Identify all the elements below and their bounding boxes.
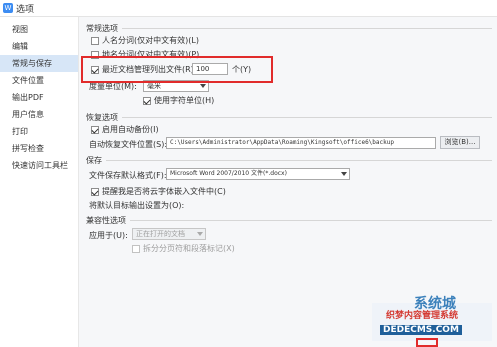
watermark-url: DEDECMS.COM bbox=[380, 325, 462, 335]
measure-unit-value: 毫米 bbox=[147, 82, 161, 90]
sidebar-item-output-pdf[interactable]: 输出PDF bbox=[0, 89, 78, 106]
backup-location-label: 自动恢复文件位置(S): bbox=[89, 140, 168, 149]
person-name-checkbox[interactable] bbox=[91, 37, 99, 45]
char-unit-label: 使用字符单位(H) bbox=[154, 96, 215, 105]
default-format-label: 文件保存默认格式(F): bbox=[89, 171, 167, 180]
chevron-down-icon bbox=[200, 84, 206, 88]
sidebar-item-quick-access[interactable]: 快速访问工具栏 bbox=[0, 157, 78, 174]
section-divider bbox=[106, 160, 492, 161]
apply-to-select[interactable]: 正在打开的文档 bbox=[132, 228, 206, 240]
backup-location-input[interactable]: C:\Users\Administrator\AppData\Roaming\K… bbox=[166, 137, 436, 149]
options-sidebar: 视图 编辑 常规与保存 文件位置 输出PDF 用户信息 打印 拼写检查 快速访问… bbox=[0, 17, 79, 347]
embed-font-label: 提醒我是否将云字体嵌入文件中(C) bbox=[102, 187, 226, 196]
char-unit-checkbox[interactable] bbox=[143, 97, 151, 105]
sidebar-item-view[interactable]: 视图 bbox=[0, 21, 78, 38]
apply-to-value: 正在打开的文档 bbox=[136, 230, 185, 238]
sidebar-item-file-location[interactable]: 文件位置 bbox=[0, 72, 78, 89]
sidebar-item-spellcheck[interactable]: 拼写检查 bbox=[0, 140, 78, 157]
section-save-heading: 保存 bbox=[86, 156, 102, 165]
section-divider bbox=[130, 220, 492, 221]
sidebar-item-general-save[interactable]: 常规与保存 bbox=[0, 55, 78, 72]
section-recovery-heading: 恢复选项 bbox=[86, 113, 118, 122]
sidebar-item-edit[interactable]: 编辑 bbox=[0, 38, 78, 55]
section-general-heading: 常规选项 bbox=[86, 24, 118, 33]
split-marks-checkbox[interactable] bbox=[132, 245, 140, 253]
sidebar-item-print[interactable]: 打印 bbox=[0, 123, 78, 140]
chevron-down-icon bbox=[197, 232, 203, 236]
section-divider bbox=[122, 117, 492, 118]
wps-app-icon: W bbox=[3, 3, 13, 13]
person-name-label: 人名分词(仅对中文有效)(L) bbox=[102, 36, 199, 45]
section-compat-heading: 兼容性选项 bbox=[86, 216, 126, 225]
options-dialog: W 选项 视图 编辑 常规与保存 文件位置 输出PDF 用户信息 打印 拼写检查… bbox=[0, 0, 497, 347]
autobackup-label: 启用自动备份(I) bbox=[102, 125, 159, 134]
autobackup-checkbox[interactable] bbox=[91, 126, 99, 134]
watermark-name: 织梦内容管理系统 bbox=[386, 311, 459, 321]
split-marks-label: 拆分分页符和段落标记(X) bbox=[143, 244, 235, 253]
window-title: 选项 bbox=[16, 5, 35, 15]
section-divider bbox=[122, 28, 492, 29]
backup-location-value: C:\Users\Administrator\AppData\Roaming\K… bbox=[170, 139, 394, 146]
default-format-value: Microsoft Word 2007/2010 文件(*.docx) bbox=[170, 170, 287, 177]
highlight-annotation bbox=[81, 56, 273, 83]
embed-font-checkbox[interactable] bbox=[91, 188, 99, 196]
default-format-select[interactable]: Microsoft Word 2007/2010 文件(*.docx) bbox=[166, 168, 350, 180]
bottom-highlight-annotation bbox=[416, 338, 438, 347]
title-bar: W 选项 bbox=[0, 0, 497, 17]
browse-button[interactable]: 浏览(B)... bbox=[440, 136, 480, 149]
default-output-label: 将默认目标输出设置为(O): bbox=[89, 201, 185, 210]
apply-to-label: 应用于(U): bbox=[89, 231, 128, 240]
sidebar-item-user-info[interactable]: 用户信息 bbox=[0, 106, 78, 123]
chevron-down-icon bbox=[341, 172, 347, 176]
